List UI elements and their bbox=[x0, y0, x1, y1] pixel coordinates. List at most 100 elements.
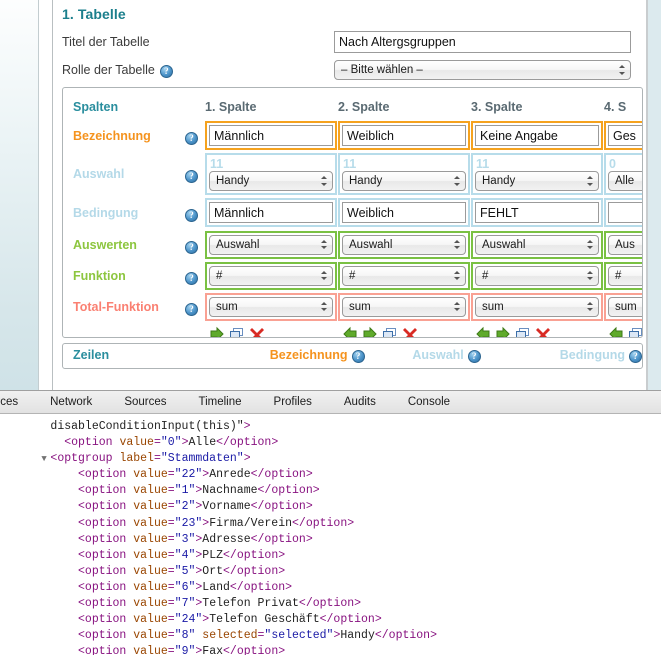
bezeichnung-input-3[interactable] bbox=[475, 125, 599, 146]
cell-funktion-1: # bbox=[205, 261, 338, 290]
cell-total-4: sum bbox=[604, 292, 642, 321]
frame-orange bbox=[205, 121, 337, 150]
code-line[interactable]: <option value="4">PLZ</option> bbox=[0, 548, 661, 564]
screen: 1. Tabelle Titel der Tabelle Rolle der T… bbox=[0, 0, 661, 655]
help-icon[interactable]: ? bbox=[185, 271, 198, 285]
code-line[interactable]: <option value="5">Ort</option> bbox=[0, 564, 661, 580]
total-funktion-select-4[interactable]: sum bbox=[608, 296, 642, 317]
total-funktion-select-1[interactable]: sum bbox=[209, 296, 333, 317]
rows-header-bedingung-label: Bedingung bbox=[559, 348, 625, 362]
bezeichnung-input-1[interactable] bbox=[209, 125, 333, 146]
cell-auswahl-3: 11 Handy bbox=[471, 153, 604, 195]
help-cell: ? bbox=[185, 204, 205, 222]
delete-icon[interactable] bbox=[402, 326, 418, 337]
duplicate-icon[interactable] bbox=[515, 326, 531, 337]
auswerten-select-4[interactable]: Aus bbox=[608, 234, 642, 255]
move-left-icon[interactable] bbox=[342, 326, 358, 337]
code-line[interactable]: <option value="23">Firma/Verein</option> bbox=[0, 516, 661, 532]
code-line[interactable]: disableConditionInput(this)"> bbox=[0, 419, 661, 435]
help-icon[interactable]: ? bbox=[185, 302, 198, 316]
duplicate-icon[interactable] bbox=[628, 326, 642, 337]
bedingung-input-3[interactable] bbox=[475, 202, 599, 223]
bezeichnung-input-2[interactable] bbox=[342, 125, 466, 146]
bedingung-input-4[interactable] bbox=[608, 202, 642, 223]
cell-bezeichnung-3 bbox=[471, 121, 604, 150]
code-token: option bbox=[312, 597, 355, 611]
table-title-input[interactable] bbox=[334, 31, 631, 53]
code-token: = bbox=[153, 436, 161, 450]
move-right-icon[interactable] bbox=[362, 326, 378, 337]
code-line[interactable]: <option value="22">Anrede</option> bbox=[0, 467, 661, 483]
delete-icon[interactable] bbox=[249, 326, 265, 337]
help-icon[interactable]: ? bbox=[185, 208, 198, 222]
code-line[interactable]: ▼ <optgroup label="Stammdaten"> bbox=[0, 451, 661, 467]
cell-total-1: sum bbox=[205, 292, 338, 321]
help-icon[interactable]: ? bbox=[159, 64, 173, 78]
duplicate-icon[interactable] bbox=[382, 326, 398, 337]
help-icon[interactable]: ? bbox=[628, 349, 642, 363]
auswahl-select-1[interactable]: Handy bbox=[209, 171, 333, 191]
code-line[interactable]: <option value="2">Vorname</option> bbox=[0, 499, 661, 515]
code-line[interactable]: <option value="9">Fax</option> bbox=[0, 644, 661, 655]
total-funktion-select-2[interactable]: sum bbox=[342, 296, 466, 317]
help-icon[interactable]: ? bbox=[351, 349, 365, 363]
funktion-select-4[interactable]: # bbox=[608, 265, 642, 286]
tab-profiles[interactable]: Profiles bbox=[258, 396, 328, 408]
total-funktion-select-3[interactable]: sum bbox=[475, 296, 599, 317]
disclosure-triangle-icon bbox=[69, 644, 78, 655]
move-right-icon[interactable] bbox=[209, 326, 225, 337]
move-left-icon[interactable] bbox=[608, 326, 624, 337]
code-token: option bbox=[84, 468, 127, 482]
page-right-panel[interactable] bbox=[647, 0, 661, 390]
code-line[interactable]: <option value="1">Nachname</option> bbox=[0, 483, 661, 499]
help-icon[interactable]: ? bbox=[467, 349, 481, 363]
funktion-select-3[interactable]: # bbox=[475, 265, 599, 286]
code-line[interactable]: <option value="6">Land</option> bbox=[0, 580, 661, 596]
tab-network[interactable]: Network bbox=[34, 396, 108, 408]
code-line[interactable]: <option value="7">Telefon Privat</option… bbox=[0, 596, 661, 612]
actions-column-4 bbox=[604, 326, 642, 337]
code-token: > bbox=[430, 629, 437, 643]
code-token: = bbox=[167, 532, 175, 546]
duplicate-icon[interactable] bbox=[229, 326, 245, 337]
tab-timeline[interactable]: Timeline bbox=[183, 396, 258, 408]
help-icon[interactable]: ? bbox=[185, 170, 198, 183]
code-line[interactable]: <option value="8" selected="selected">Ha… bbox=[0, 628, 661, 644]
code-line[interactable]: <option value="24">Telefon Geschäft</opt… bbox=[0, 612, 661, 628]
cell-auswahl-4: 0 Alle bbox=[604, 153, 642, 195]
rows-header-auswahl-label: Auswahl bbox=[412, 348, 464, 362]
cell-bedingung-2 bbox=[338, 198, 471, 227]
cell-auswerten-3: Auswahl bbox=[471, 230, 604, 259]
funktion-select-2[interactable]: # bbox=[342, 265, 466, 286]
frame-green: # bbox=[205, 261, 337, 290]
auswerten-select-3[interactable]: Auswahl bbox=[475, 234, 599, 255]
code-token: Telefon Privat bbox=[202, 597, 299, 611]
table-role-select[interactable]: – Bitte wählen – bbox=[334, 60, 631, 80]
bedingung-input-2[interactable] bbox=[342, 202, 466, 223]
auswahl-select-2[interactable]: Handy bbox=[342, 171, 466, 191]
row-auswerten: Auswerten ? Auswahl Auswahl Auswahl Aus bbox=[73, 229, 642, 260]
bezeichnung-input-4[interactable] bbox=[608, 125, 642, 146]
auswerten-select-1[interactable]: Auswahl bbox=[209, 234, 333, 255]
move-right-icon[interactable] bbox=[495, 326, 511, 337]
devtools-dom-tree[interactable]: disableConditionInput(this)"> <option va… bbox=[0, 414, 661, 655]
help-icon[interactable]: ? bbox=[185, 131, 198, 145]
code-line[interactable]: <option value="3">Adresse</option> bbox=[0, 532, 661, 548]
move-left-icon[interactable] bbox=[475, 326, 491, 337]
help-icon[interactable]: ? bbox=[185, 240, 198, 254]
tab-audits[interactable]: Audits bbox=[328, 396, 392, 408]
tab-console[interactable]: Console bbox=[392, 396, 466, 408]
auswahl-select-3[interactable]: Handy bbox=[475, 171, 599, 191]
page-sidebar bbox=[0, 0, 39, 390]
auswerten-select-2[interactable]: Auswahl bbox=[342, 234, 466, 255]
auswahl-select-4[interactable]: Alle bbox=[608, 171, 642, 191]
tab-resources[interactable]: urces bbox=[0, 396, 34, 408]
auswahl-count-1: 11 bbox=[210, 157, 224, 171]
cell-auswahl-2: 11 Handy bbox=[338, 153, 471, 195]
table-role-select-wrap: – Bitte wählen – bbox=[334, 60, 631, 80]
tab-sources[interactable]: Sources bbox=[108, 396, 182, 408]
delete-icon[interactable] bbox=[535, 326, 551, 337]
bedingung-input-1[interactable] bbox=[209, 202, 333, 223]
funktion-select-1[interactable]: # bbox=[209, 265, 333, 286]
code-line[interactable]: <option value="0">Alle</option> bbox=[0, 435, 661, 451]
